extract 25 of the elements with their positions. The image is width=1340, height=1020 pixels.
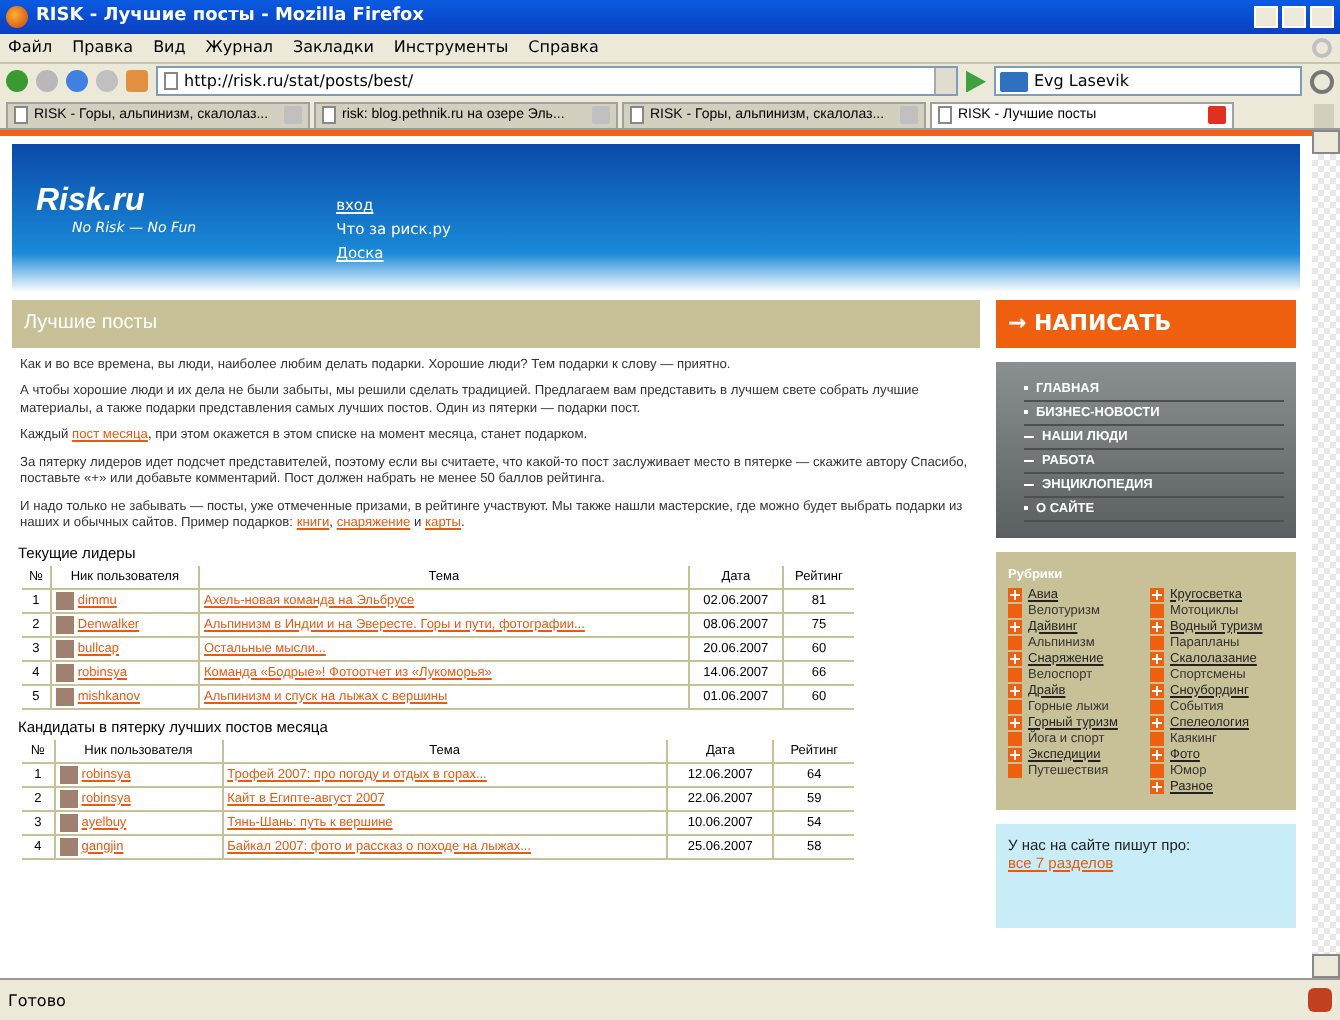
window-title: RISK - Лучшие посты - Mozilla Firefox xyxy=(36,6,426,27)
maximize-button[interactable] xyxy=(1282,5,1306,28)
throbber-icon xyxy=(1312,37,1332,58)
menu-item[interactable]: Вид xyxy=(153,38,186,57)
menu-item[interactable]: Правка xyxy=(72,38,134,57)
page-icon xyxy=(164,72,178,91)
menu-item[interactable]: Инструменты xyxy=(393,38,509,57)
search-field[interactable]: Evg Lasevik xyxy=(994,66,1302,97)
page-icon xyxy=(322,106,336,125)
browser-logo-icon xyxy=(6,5,28,28)
status-text: Готово xyxy=(8,991,68,1010)
vertical-scrollbar[interactable] xyxy=(1312,129,1340,979)
page-icon xyxy=(630,106,644,125)
site-logo[interactable]: Risk.ru xyxy=(36,183,197,220)
page-title: Лучшие посты xyxy=(12,299,980,348)
address-field[interactable]: http://risk.ru/stat/posts/best/ xyxy=(156,66,958,97)
menu-item[interactable]: Файл xyxy=(8,38,53,57)
minimize-button[interactable] xyxy=(1254,5,1278,28)
menu-item[interactable]: Журнал xyxy=(205,38,273,57)
menu-item[interactable]: Справка xyxy=(528,38,599,57)
write-button[interactable]: → НАПИСАТЬ xyxy=(996,299,1296,348)
page-icon xyxy=(14,106,28,125)
menu-item[interactable]: Закладки xyxy=(292,38,374,57)
page-icon xyxy=(938,106,952,125)
close-button[interactable] xyxy=(1310,5,1334,28)
